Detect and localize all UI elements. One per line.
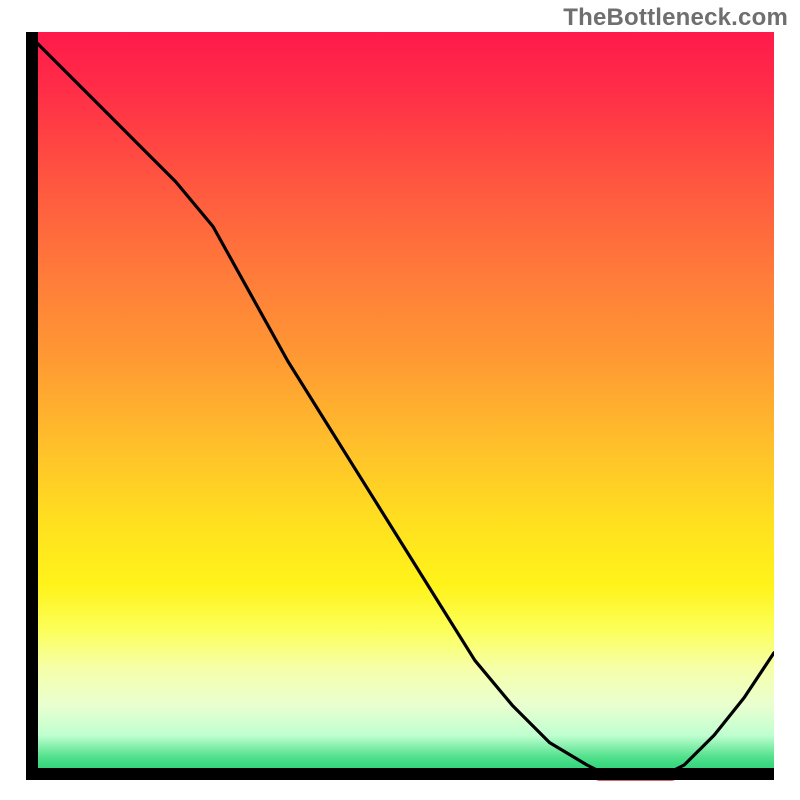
optimal-range-marker (594, 771, 676, 781)
bottleneck-curve (26, 32, 774, 780)
curve-path (26, 32, 774, 780)
chart-stage: TheBottleneck.com (0, 0, 800, 800)
plot-area (26, 32, 774, 780)
watermark-text: TheBottleneck.com (563, 4, 788, 32)
